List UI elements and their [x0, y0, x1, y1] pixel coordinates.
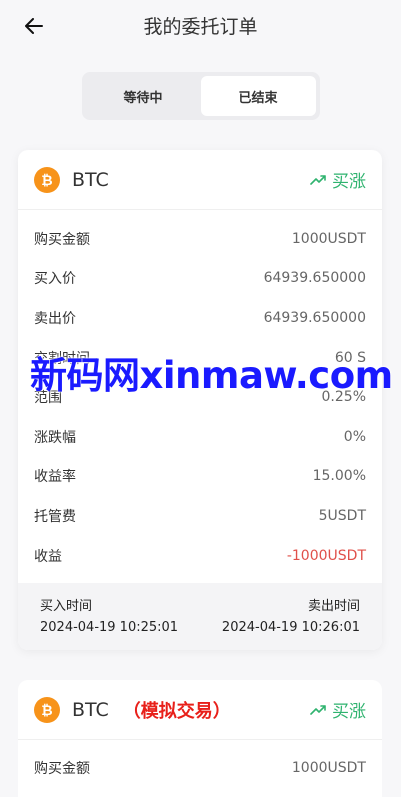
detail-label: 托管费 [34, 508, 76, 525]
header: 我的委托订单 [0, 0, 401, 50]
page-title: 我的委托订单 [143, 15, 258, 38]
watermark: 新码网xinmaw.com [30, 354, 393, 397]
tab-finished[interactable]: 已结束 [200, 76, 316, 116]
detail-row: 卖出价 64939.650000 [34, 298, 366, 338]
sell-time-label: 卖出时间 [307, 599, 360, 614]
order-card-header: ₿ BTC 买涨 [18, 150, 382, 210]
bitcoin-icon: ₿ [34, 696, 60, 723]
detail-value: 0% [343, 428, 366, 445]
direction-badge: 买涨 [310, 167, 366, 192]
trend-up-icon [310, 704, 326, 715]
status-tabs: 等待中 已结束 [81, 72, 320, 120]
detail-row: 涨跌幅 0% [34, 417, 366, 457]
simulated-trade-tag: （模拟交易） [122, 700, 231, 722]
buy-time-label: 买入时间 [40, 599, 93, 614]
detail-value: 5USDT [318, 507, 366, 524]
order-card: ₿ BTC 买涨 购买金额 1000USDT 买入价 64939.650000 卖出… [18, 150, 382, 650]
detail-label: 卖出价 [34, 310, 76, 327]
detail-label: 购买金额 [34, 231, 90, 248]
detail-row: 收益 -1000USDT [34, 536, 366, 576]
order-card: ₿ BTC （模拟交易） 买涨 购买金额 1000USDT [18, 680, 382, 797]
coin-name: BTC [72, 168, 109, 191]
detail-value: 1000USDT [291, 759, 366, 776]
detail-row: 购买金额 1000USDT [34, 219, 366, 259]
direction-badge: 买涨 [310, 697, 366, 722]
detail-label: 购买金额 [34, 760, 90, 777]
tab-pending[interactable]: 等待中 [86, 76, 201, 116]
detail-label: 收益 [34, 548, 62, 565]
detail-value: 1000USDT [291, 230, 366, 247]
detail-value: 64939.650000 [263, 270, 366, 287]
sell-time-value: 2024-04-19 10:26:01 [221, 620, 360, 635]
detail-row: 购买金额 1000USDT [34, 748, 366, 788]
direction-label: 买涨 [332, 172, 366, 192]
detail-label: 买入价 [34, 271, 76, 288]
detail-label: 涨跌幅 [34, 429, 76, 446]
svg-text:₿: ₿ [41, 703, 52, 718]
coin-name: BTC [72, 698, 109, 721]
direction-label: 买涨 [332, 702, 366, 722]
detail-value: 64939.650000 [263, 309, 366, 326]
order-details: 购买金额 1000USDT [18, 740, 382, 788]
detail-label: 收益率 [34, 469, 76, 486]
order-card-header: ₿ BTC （模拟交易） 买涨 [18, 680, 382, 740]
detail-row: 收益率 15.00% [34, 457, 366, 497]
trade-times: 买入时间 卖出时间 2024-04-19 10:25:01 2024-04-19… [18, 583, 382, 650]
svg-text:₿: ₿ [41, 173, 52, 188]
buy-time-value: 2024-04-19 10:25:01 [40, 620, 179, 635]
detail-row: 托管费 5USDT [34, 496, 366, 536]
detail-row: 买入价 64939.650000 [34, 259, 366, 299]
detail-value: 15.00% [312, 468, 366, 485]
bitcoin-icon: ₿ [34, 166, 60, 193]
trend-up-icon [310, 174, 326, 185]
profit-value: -1000USDT [286, 547, 366, 564]
back-arrow-icon[interactable] [22, 14, 46, 38]
